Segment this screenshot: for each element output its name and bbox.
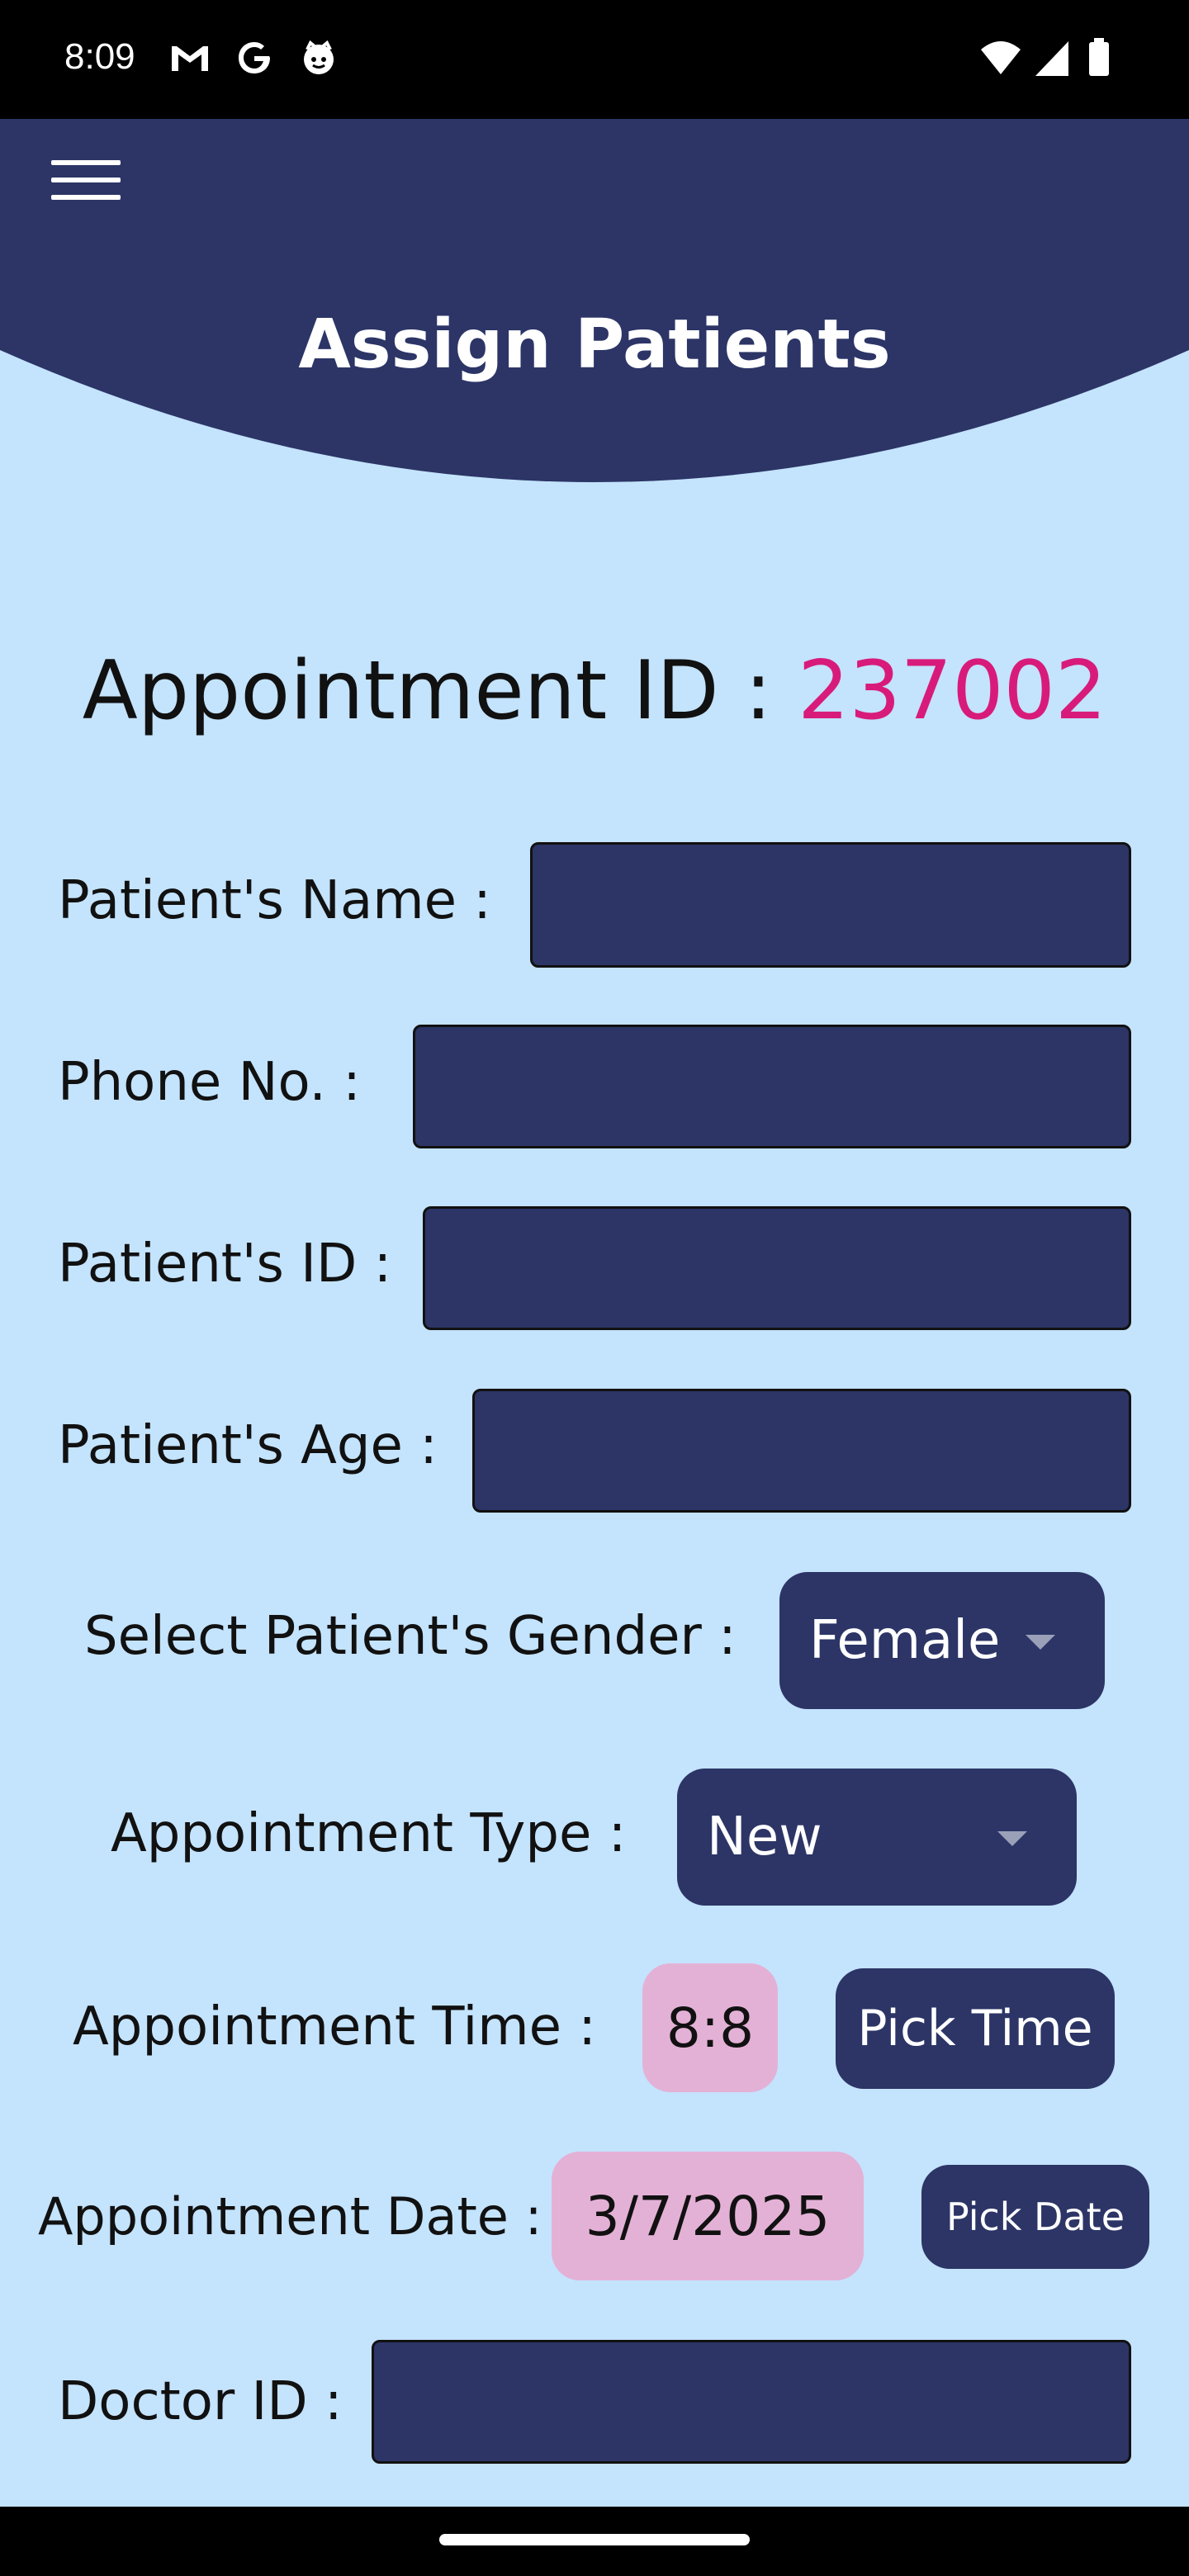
phone-input[interactable] (415, 1027, 1129, 1146)
patient-id-field[interactable] (423, 1206, 1131, 1330)
patient-age-field[interactable] (472, 1389, 1131, 1513)
doctor-id-label: Doctor ID : (58, 2371, 343, 2432)
gmail-icon (172, 46, 208, 71)
phone-field[interactable] (413, 1025, 1131, 1148)
pick-time-button[interactable]: Pick Time (836, 1968, 1115, 2089)
appointment-date-label: Appointment Date : (38, 2186, 542, 2247)
pick-date-button[interactable]: Pick Date (921, 2165, 1149, 2269)
gender-selected: Female (809, 1610, 1001, 1671)
patient-id-input[interactable] (425, 1209, 1129, 1328)
signal-icon (1035, 41, 1068, 76)
appointment-id-label: Appointment ID : (82, 644, 798, 738)
patient-id-label: Patient's ID : (58, 1234, 392, 1295)
appointment-id: Appointment ID : 237002 (0, 644, 1189, 738)
chevron-down-icon (1026, 1635, 1055, 1650)
page-title: Assign Patients (298, 305, 891, 384)
patient-age-label: Patient's Age : (58, 1415, 438, 1476)
home-gesture-handle[interactable] (439, 2534, 750, 2545)
wifi-icon (981, 41, 1021, 74)
appointment-type-dropdown[interactable]: New (677, 1769, 1077, 1906)
face-icon (304, 40, 334, 74)
appointment-type-selected: New (707, 1807, 822, 1868)
battery-icon (1089, 38, 1109, 76)
appointment-time-value: 8:8 (642, 1963, 778, 2092)
gender-label: Select Patient's Gender : (84, 1606, 737, 1667)
appointment-date-value: 3/7/2025 (552, 2152, 864, 2280)
appointment-id-value: 237002 (798, 644, 1107, 738)
patient-name-label: Patient's Name : (58, 870, 491, 931)
appointment-type-label: Appointment Type : (111, 1803, 627, 1864)
hamburger-menu-icon[interactable] (51, 157, 121, 203)
doctor-id-field[interactable] (372, 2340, 1131, 2464)
patient-name-field[interactable] (530, 842, 1131, 968)
google-icon (239, 42, 270, 73)
status-time: 8:09 (64, 36, 135, 77)
gender-dropdown[interactable]: Female (779, 1572, 1105, 1709)
patient-name-input[interactable] (533, 845, 1129, 965)
phone-label: Phone No. : (58, 1052, 361, 1113)
chevron-down-icon (997, 1831, 1027, 1846)
appointment-time-label: Appointment Time : (73, 1996, 596, 2057)
status-bar: 8:09 (0, 0, 1189, 119)
doctor-id-input[interactable] (374, 2342, 1129, 2461)
patient-age-input[interactable] (475, 1391, 1129, 1510)
